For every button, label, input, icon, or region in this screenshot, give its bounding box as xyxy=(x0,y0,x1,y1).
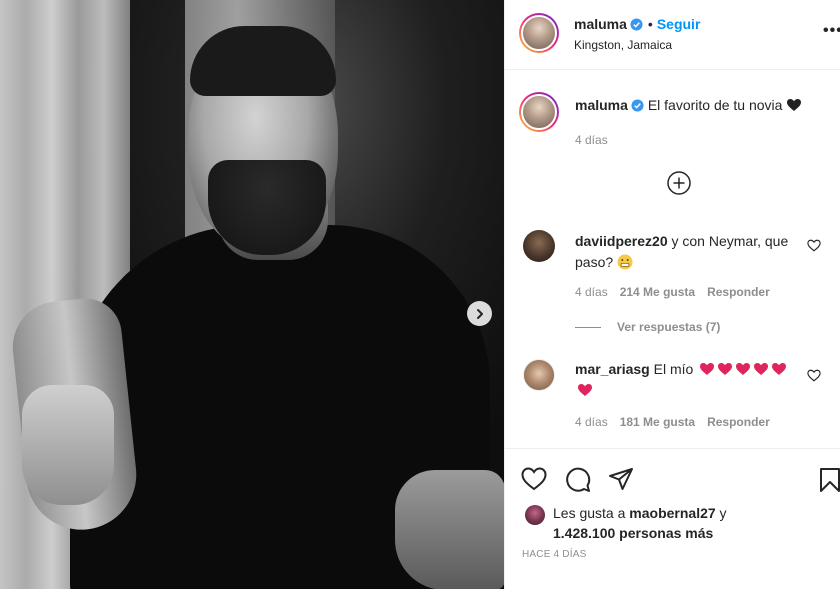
caption: maluma El favorito de tu novia xyxy=(575,95,825,116)
commenter-avatar[interactable] xyxy=(523,359,555,391)
comment-time[interactable]: 4 días xyxy=(575,415,608,429)
comment-likes[interactable]: 214 Me gusta xyxy=(620,285,695,299)
liker-avatar[interactable] xyxy=(525,505,545,525)
photo-subject-hair xyxy=(190,26,336,96)
comment-likes[interactable]: 181 Me gusta xyxy=(620,415,695,429)
comment-meta: 4 días 214 Me gusta Responder xyxy=(575,285,782,299)
separator-dot: • xyxy=(647,16,653,32)
comment-time[interactable]: 4 días xyxy=(575,285,608,299)
view-replies-button[interactable]: Ver respuestas (7) xyxy=(575,320,720,334)
follow-button[interactable]: Seguir xyxy=(657,16,701,32)
caption-username[interactable]: maluma xyxy=(575,97,628,113)
like-comment-heart-icon[interactable] xyxy=(807,369,821,382)
post-photo[interactable] xyxy=(0,0,504,589)
caption-avatar[interactable] xyxy=(519,92,559,132)
commenter-avatar[interactable] xyxy=(523,230,555,262)
comment-meta: 4 días 181 Me gusta Responder xyxy=(575,415,782,429)
photo-subject-hand-right xyxy=(395,470,504,589)
replies-divider xyxy=(575,326,601,328)
reply-button[interactable]: Responder xyxy=(707,415,770,429)
grimace-emoji-icon xyxy=(617,254,633,270)
comment-username[interactable]: mar_ariasg xyxy=(575,361,650,377)
likes-summary: Les gusta a maobernal27 y 1.428.100 pers… xyxy=(553,503,783,543)
like-comment-heart-icon[interactable] xyxy=(807,239,821,252)
author-avatar[interactable] xyxy=(519,13,559,53)
author-line: maluma • Seguir xyxy=(574,16,700,34)
verified-icon xyxy=(630,18,643,31)
post-timestamp[interactable]: HACE 4 DÍAS xyxy=(522,549,586,560)
reply-button[interactable]: Responder xyxy=(707,285,770,299)
likes-count[interactable]: 1.428.100 personas más xyxy=(553,525,713,541)
likes-mid: y xyxy=(715,505,727,521)
bookmark-icon[interactable] xyxy=(819,467,840,493)
author-username[interactable]: maluma xyxy=(574,16,627,32)
more-options-icon[interactable]: ••• xyxy=(823,22,840,40)
comment-text: El mío xyxy=(653,361,694,377)
chevron-right-icon xyxy=(476,308,483,319)
caption-text: El favorito de tu novia xyxy=(647,97,783,113)
heart-icon[interactable] xyxy=(521,467,547,491)
comment: mar_ariasg El mío xyxy=(575,359,800,401)
verified-icon xyxy=(631,99,644,112)
add-circle-icon[interactable] xyxy=(667,171,691,195)
post-actions: Les gusta a maobernal27 y 1.428.100 pers… xyxy=(505,448,840,589)
post-location[interactable]: Kingston, Jamaica xyxy=(574,38,672,52)
liker-username[interactable]: maobernal27 xyxy=(629,505,715,521)
black-heart-emoji-icon xyxy=(787,99,802,111)
likes-prefix: Les gusta a xyxy=(553,505,630,521)
comment: daviidperez20 y con Neymar, que paso? xyxy=(575,231,800,273)
next-photo-button[interactable] xyxy=(467,301,492,326)
comment-icon[interactable] xyxy=(565,467,591,493)
share-icon[interactable] xyxy=(608,467,634,491)
post-header: maluma •Seguir Kingston, Jamaica ••• xyxy=(505,0,840,70)
view-replies-label: Ver respuestas (7) xyxy=(617,320,721,334)
post-sidebar: maluma •Seguir Kingston, Jamaica ••• malu… xyxy=(504,0,840,589)
comment-username[interactable]: daviidperez20 xyxy=(575,233,668,249)
photo-subject-hand xyxy=(22,385,114,505)
caption-time[interactable]: 4 días xyxy=(575,133,608,147)
